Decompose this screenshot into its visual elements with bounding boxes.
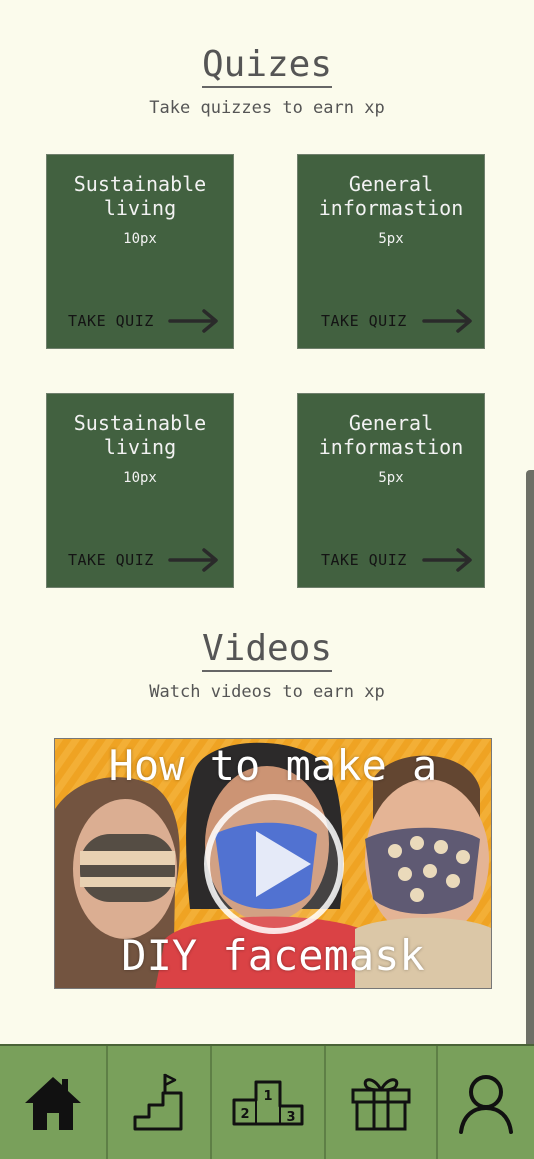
page: Quizes Take quizzes to earn xp Sustainab… xyxy=(0,0,534,1159)
videos-subtitle: Watch videos to earn xp xyxy=(149,682,385,702)
quiz-card-sustainable-living[interactable]: Sustainable living 10px TAKE QUIZ xyxy=(46,393,234,588)
nav-home[interactable] xyxy=(0,1046,108,1159)
quiz-card-title: Sustainable living xyxy=(73,172,207,220)
bottom-navigation: 1 2 3 xyxy=(0,1044,534,1159)
user-icon xyxy=(459,1074,513,1134)
quiz-card-xp: 5px xyxy=(378,231,404,247)
quiz-card-general-information[interactable]: General informastion 5px TAKE QUIZ xyxy=(297,393,485,588)
svg-text:1: 1 xyxy=(263,1089,272,1104)
svg-text:3: 3 xyxy=(286,1110,295,1125)
take-quiz-button[interactable]: TAKE QUIZ xyxy=(68,312,154,330)
take-quiz-button[interactable]: TAKE QUIZ xyxy=(68,551,154,569)
video-thumbnail[interactable]: How to make a DIY facemask xyxy=(54,738,492,989)
quiz-card-xp: 5px xyxy=(378,470,404,486)
svg-text:2: 2 xyxy=(240,1107,249,1122)
play-icon[interactable] xyxy=(201,791,347,937)
quiz-card-title: General informastion xyxy=(318,411,464,459)
arrow-right-icon[interactable] xyxy=(422,309,474,333)
nav-profile[interactable] xyxy=(438,1046,534,1159)
scrollbar[interactable] xyxy=(526,470,534,1050)
nav-rewards[interactable] xyxy=(326,1046,438,1159)
take-quiz-button[interactable]: TAKE QUIZ xyxy=(321,551,407,569)
arrow-right-icon[interactable] xyxy=(168,309,220,333)
quiz-card-title: General informastion xyxy=(318,172,464,220)
video-overlay-title-bottom: DIY facemask xyxy=(121,931,425,980)
take-quiz-button[interactable]: TAKE QUIZ xyxy=(321,312,407,330)
quiz-card-xp: 10px xyxy=(123,470,157,486)
quizzes-title: Quizes xyxy=(0,44,534,88)
quiz-card-sustainable-living[interactable]: Sustainable living 10px TAKE QUIZ xyxy=(46,154,234,349)
stairs-flag-icon xyxy=(133,1073,183,1130)
videos-title: Videos xyxy=(0,628,534,672)
podium-icon: 1 2 3 xyxy=(232,1080,304,1125)
gift-icon xyxy=(351,1077,411,1130)
home-icon xyxy=(25,1076,81,1130)
quiz-card-xp: 10px xyxy=(123,231,157,247)
nav-leaderboard[interactable]: 1 2 3 xyxy=(212,1046,326,1159)
quiz-card-title: Sustainable living xyxy=(73,411,207,459)
arrow-right-icon[interactable] xyxy=(168,548,220,572)
arrow-right-icon[interactable] xyxy=(422,548,474,572)
quiz-card-general-information[interactable]: General informastion 5px TAKE QUIZ xyxy=(297,154,485,349)
nav-levels[interactable] xyxy=(108,1046,212,1159)
quizzes-subtitle: Take quizzes to earn xp xyxy=(149,98,385,118)
video-overlay-title-top: How to make a xyxy=(108,741,438,790)
